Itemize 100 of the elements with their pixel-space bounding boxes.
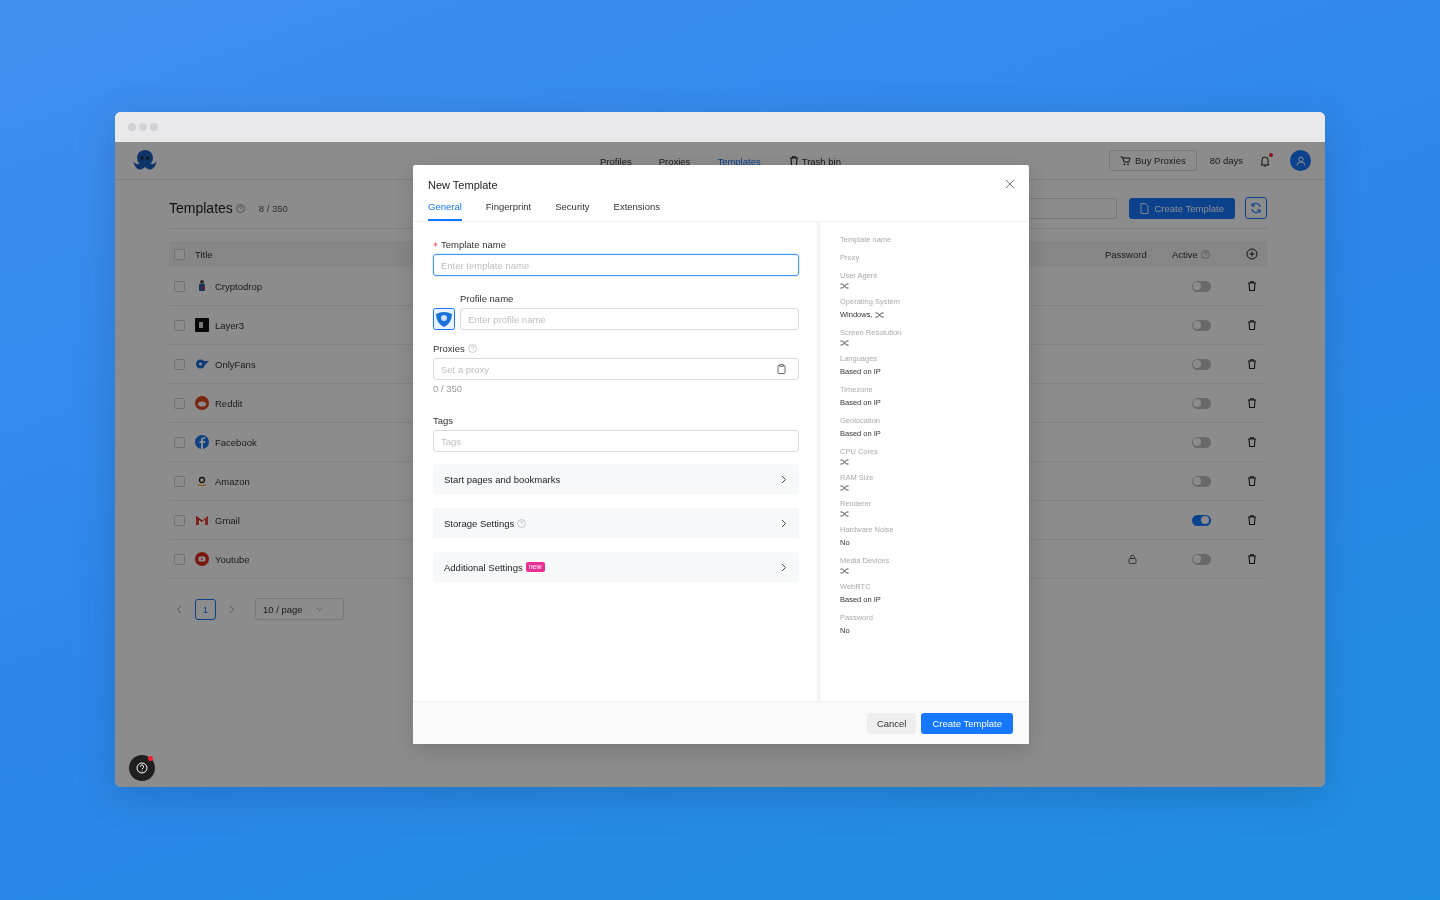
section-title: Start pages and bookmarks [444,473,561,485]
template-count: 8 / 350 [258,202,288,214]
chevron-right-icon [781,474,787,484]
refresh-icon [1250,202,1262,214]
nav-link[interactable]: Templates [717,155,761,167]
smile-arrow-icon [195,474,209,488]
help-icon [235,203,245,213]
trash-icon [1246,358,1258,370]
help-icon [1200,249,1210,259]
tab[interactable]: Fingerprint [485,201,532,221]
column-header: Password [1104,248,1147,260]
checkbox[interactable] [174,475,185,487]
page-size-select[interactable]: 10 / page [255,598,344,620]
swoosh-icon [195,357,209,371]
toggle-switch[interactable] [1191,436,1211,448]
buy-proxies-button[interactable]: Buy Proxies [1109,150,1197,171]
field-label: Profile name [460,292,514,304]
trash-icon [1246,475,1258,487]
toggle-switch[interactable] [1191,319,1211,331]
next-page-icon [229,604,235,614]
help-icon [136,762,148,774]
dialog-title: New Template [428,179,498,191]
checkbox[interactable] [174,319,185,331]
page-title: Templates [169,200,233,216]
close-button[interactable] [1005,179,1015,189]
page-button[interactable]: 1 [195,598,216,620]
chevron-right-icon [781,518,787,528]
delete-button[interactable] [1246,514,1258,526]
create-template-button[interactable]: Create Template [1129,197,1235,219]
checkbox[interactable] [174,514,185,526]
collapsible-section[interactable]: Start pages and bookmarks [433,464,799,494]
template-title: Facebook [215,436,257,448]
nav-link[interactable]: Trash bin [787,155,841,167]
tab[interactable]: Extensions [613,201,661,221]
bell-icon [1260,154,1270,167]
checkbox[interactable] [174,397,185,409]
checkbox[interactable] [174,280,185,292]
checkbox[interactable] [174,436,185,448]
template-title: OnlyFans [215,358,256,370]
trash-icon [787,155,800,167]
add-column-icon [1246,248,1258,260]
checkbox[interactable] [174,358,185,370]
trash-icon [1246,553,1258,565]
circle-logo-icon [195,396,209,410]
avatar-button[interactable] [1290,150,1311,171]
trash-icon [1246,280,1258,292]
template-title: Layer3 [215,319,245,331]
clipboard-button[interactable] [777,364,786,374]
delete-button[interactable] [1246,475,1258,487]
square-logo-icon [195,318,209,332]
trash-icon [1246,319,1258,331]
trash-icon [1246,397,1258,409]
profile-avatar-icon [433,308,455,330]
mail-icon [195,513,209,527]
chevron-right-icon [781,562,787,572]
field-label: Tags [433,414,454,426]
circle-logo-icon [195,435,209,449]
clipboard-icon [777,364,786,374]
toggle-switch[interactable] [1191,475,1211,487]
document-icon [1140,202,1150,214]
field-label: Template name [441,238,506,250]
column-header: Active [1172,248,1198,260]
column-header: Title [195,248,213,260]
section-title: Additional Settings [444,561,523,573]
help-button[interactable] [129,755,155,781]
close-icon [1005,179,1015,189]
checkbox[interactable] [174,248,185,260]
tab[interactable]: Security [555,201,590,221]
cancel-button[interactable]: Cancel [866,712,917,734]
input-field[interactable]: Enter template name [433,254,799,276]
create-template-button[interactable]: Create Template [921,712,1013,734]
toggle-switch[interactable] [1191,397,1211,409]
chevron-down-icon [315,606,323,612]
toggle-switch[interactable] [1191,553,1211,565]
toggle-switch[interactable] [1191,514,1211,526]
previous-page-icon [176,604,182,614]
checkbox[interactable] [174,553,185,565]
play-icon [195,552,209,566]
delete-button[interactable] [1246,436,1258,448]
tab[interactable]: General [428,201,462,221]
template-title: Reddit [215,397,243,409]
template-title: Gmail [215,514,240,526]
field-label: Proxies [433,342,465,354]
template-title: Amazon [215,475,250,487]
delete-button[interactable] [1246,358,1258,370]
delete-button[interactable] [1246,553,1258,565]
nav-link[interactable]: Profiles [600,155,632,167]
refresh-button[interactable] [1245,197,1267,219]
toggle-switch[interactable] [1191,358,1211,370]
toggle-switch[interactable] [1191,280,1211,292]
trash-icon [1246,436,1258,448]
delete-button[interactable] [1246,397,1258,409]
nav-link[interactable]: Proxies [658,155,691,167]
delete-button[interactable] [1246,280,1258,292]
cart-icon [1120,155,1132,166]
user-icon [1295,155,1306,166]
collapsible-section[interactable]: Storage Settings [433,508,799,538]
delete-button[interactable] [1246,319,1258,331]
character-counter: 0 / 350 [433,383,464,394]
trash-icon [1246,514,1258,526]
